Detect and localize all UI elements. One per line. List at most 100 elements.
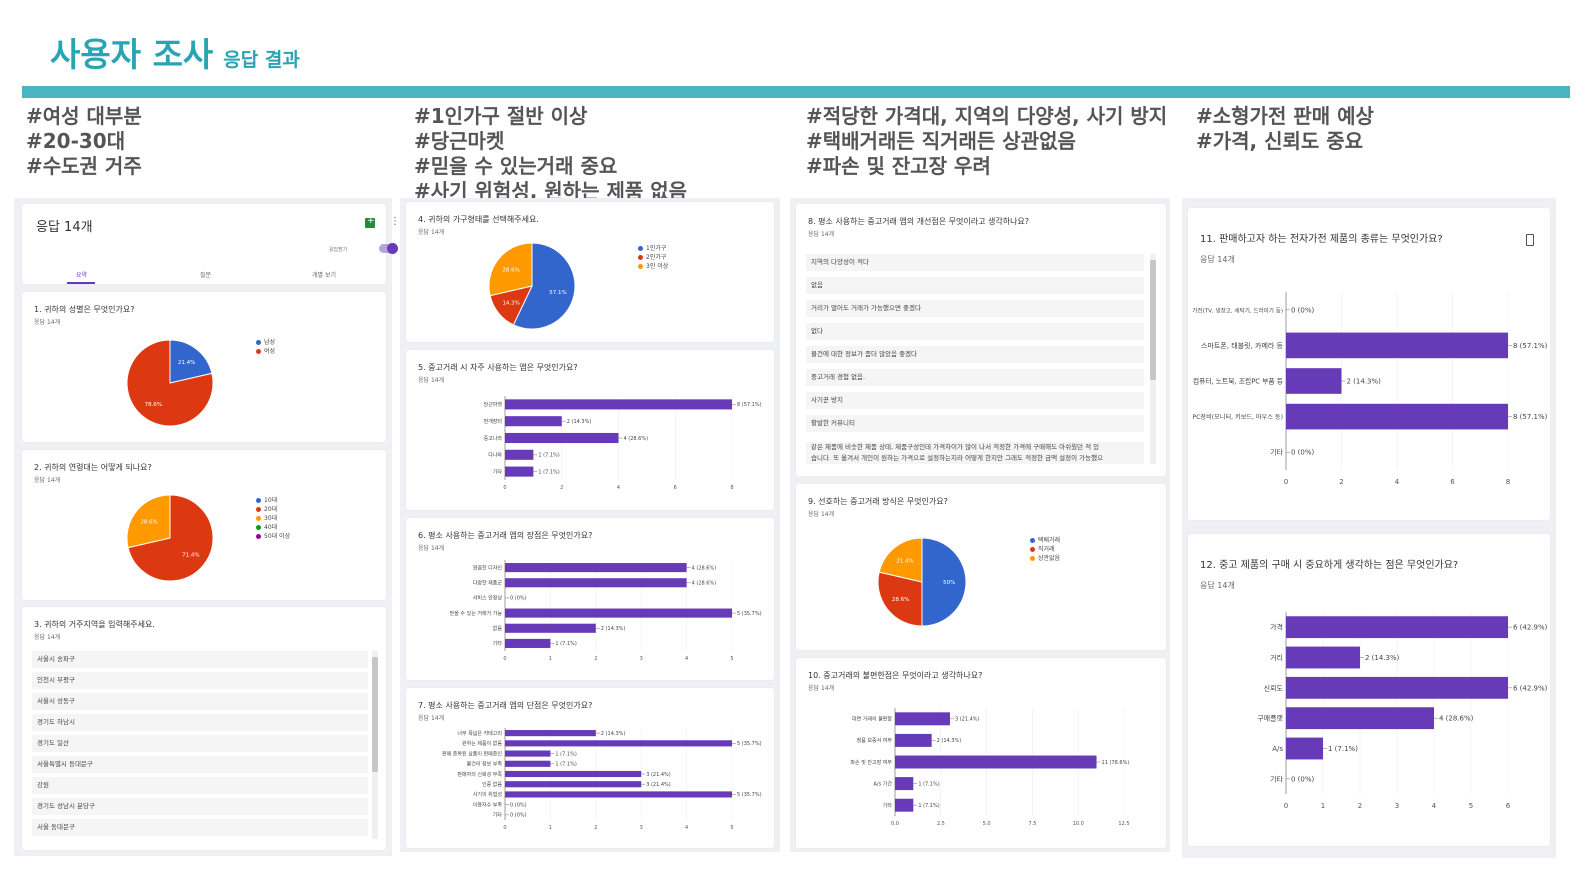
bar bbox=[1286, 403, 1508, 430]
legend-swatch bbox=[638, 264, 643, 269]
bar bbox=[505, 608, 732, 618]
x-tick-label: 5 bbox=[1469, 802, 1473, 810]
bar bbox=[505, 730, 596, 737]
question-title: 3. 귀하의 거주지역을 입력해주세요. bbox=[34, 620, 155, 629]
list-item: 인천시 부평구 bbox=[32, 672, 368, 689]
legend-label: 상관없음 bbox=[1038, 555, 1061, 562]
q4-card: 57.1% 14.3% 28.6% 4. 귀하의 가구형태를 선택해주세요. 응답 … bbox=[406, 202, 774, 342]
bar bbox=[505, 740, 732, 747]
tag: #택배거래든 직거래든 상관없음 bbox=[806, 129, 1076, 153]
bar bbox=[895, 755, 1097, 769]
bar bbox=[1286, 368, 1342, 394]
list-item: 서울특별시 동대문구 bbox=[32, 756, 368, 773]
accepting-responses-toggle[interactable] bbox=[379, 243, 398, 254]
x-tick-label: 4 bbox=[685, 825, 688, 831]
category-label: A/s 기간 bbox=[874, 780, 893, 787]
list-item: 경기도 성남시 분당구 bbox=[32, 798, 368, 815]
category-label: 정품 보증서 여부 bbox=[857, 737, 893, 744]
list-item: 지역의 다양성이 적다 bbox=[806, 254, 1144, 271]
category-label: 기타 bbox=[493, 812, 503, 819]
category-label: 서비스 안정성 bbox=[473, 595, 502, 602]
category-label: 기타 bbox=[1270, 448, 1283, 457]
data-label: 4 (28.6%) bbox=[624, 436, 649, 442]
x-tick-label: 0 bbox=[1284, 478, 1288, 486]
legend-label: 20대 bbox=[264, 506, 278, 513]
category-label: 기타 bbox=[493, 640, 503, 647]
bar bbox=[505, 416, 562, 427]
accepting-responses-label: 응답받기 bbox=[329, 247, 348, 253]
data-label: 4 (28.6%) bbox=[1439, 715, 1474, 723]
chart-legend: 남성 여성 bbox=[256, 338, 275, 356]
question-title: 10. 중고거래의 불편한점은 무엇이라고 생각하나요? bbox=[808, 671, 983, 680]
legend-swatch bbox=[638, 255, 643, 260]
copy-icon[interactable] bbox=[1526, 234, 1534, 246]
legend-item: 40대 bbox=[256, 523, 290, 532]
list-item: 없다 bbox=[806, 323, 1144, 340]
legend-swatch bbox=[256, 525, 261, 530]
legend-swatch bbox=[256, 534, 261, 539]
slice-label: 28.6% bbox=[140, 519, 157, 525]
pie-slice bbox=[921, 537, 967, 627]
legend-swatch bbox=[638, 246, 643, 251]
sheets-icon[interactable] bbox=[365, 216, 375, 228]
category-label: 없음 bbox=[493, 625, 503, 632]
pie-slice bbox=[512, 242, 576, 330]
tab-individual[interactable]: 개별 보기 bbox=[312, 270, 336, 279]
tag: #적당한 가격대, 지역의 다양성, 사기 방지 bbox=[806, 104, 1168, 128]
tag: #20-30대 bbox=[26, 129, 126, 153]
list-item: 경기도 일산 bbox=[32, 735, 368, 752]
x-tick-label: 6 bbox=[1506, 802, 1511, 810]
q7-card: 0 1 2 3 4 5 너무 폭넓은 카테고리 2 (14.3%) 원하는 제품이 없음 5 (3… bbox=[406, 688, 774, 848]
legend-swatch bbox=[256, 516, 261, 521]
tab-indicator bbox=[67, 282, 95, 284]
legend-swatch bbox=[1030, 547, 1035, 552]
bar bbox=[1286, 737, 1323, 760]
category-label: PC장비(모니터, 키보드, 마우스 등) bbox=[1192, 413, 1283, 421]
data-label: 0 (0%) bbox=[1291, 306, 1315, 314]
tab-questions[interactable]: 질문 bbox=[200, 270, 211, 279]
category-label: A/s bbox=[1272, 745, 1283, 753]
chart-legend: 택배거래 직거래 상관없음 bbox=[1030, 536, 1060, 563]
legend-swatch bbox=[256, 349, 261, 354]
list-item: 같은 제품에 비슷한 제품 상태, 제품구성인데 가격차이가 많이 나서 적정한… bbox=[806, 442, 1144, 453]
q11-card: 0 2 4 6 8 가전(TV, 냉장고, 세탁기, 드라이기 등) 0 (0%) 스마트폰,… bbox=[1188, 208, 1550, 520]
x-tick-label: 0 bbox=[503, 825, 506, 831]
data-label: 1 (7.1%) bbox=[918, 781, 939, 787]
x-tick-label: 2 bbox=[594, 825, 597, 831]
scrollbar-thumb[interactable] bbox=[1150, 260, 1156, 380]
bar bbox=[505, 432, 619, 444]
data-label: 2 (14.3%) bbox=[937, 738, 962, 744]
more-vert-icon[interactable]: ⋮ bbox=[390, 216, 400, 227]
list-item: 서울시 성동구 bbox=[32, 693, 368, 710]
list-item: 경기도 하남시 bbox=[32, 714, 368, 731]
bar bbox=[505, 638, 551, 648]
bar bbox=[505, 563, 687, 573]
chart-svg: 0 1 2 3 4 5 깔끔한 디자인 4 (28.6%) 다양한 제품군 4 (28.6%) 서비… bbox=[450, 560, 762, 662]
legend-swatch bbox=[256, 507, 261, 512]
bar bbox=[1286, 707, 1434, 730]
tab-summary[interactable]: 요약 bbox=[76, 270, 87, 279]
q6-card: 0 1 2 3 4 5 깔끔한 디자인 4 (28.6%) 다양한 제품군 4 (28.6%) 서비… bbox=[406, 518, 774, 680]
legend-item: 20대 bbox=[256, 505, 290, 514]
slice-label: 21.4% bbox=[896, 559, 913, 565]
data-label: 5 (35.7%) bbox=[737, 611, 762, 617]
category-label: 파손 및 잔고장 여부 bbox=[850, 759, 892, 766]
question-title: 6. 평소 사용하는 중고거래 앱의 장점은 무엇인가요? bbox=[418, 531, 593, 540]
legend-item: 직거래 bbox=[1030, 545, 1060, 554]
tags-col1: #여성 대부분 #20-30대 #수도권 거주 bbox=[26, 104, 142, 179]
page-subtitle: 응답 결과 bbox=[223, 49, 300, 71]
response-count: 응답 14개 bbox=[418, 715, 445, 722]
x-tick-label: 5.0 bbox=[983, 821, 991, 827]
scrollbar-thumb[interactable] bbox=[372, 657, 378, 772]
x-tick-label: 2 bbox=[560, 485, 563, 491]
legend-label: 3인 이상 bbox=[646, 263, 669, 270]
bar bbox=[505, 750, 551, 757]
data-label: 11 (78.6%) bbox=[1102, 760, 1130, 766]
question-title: 2. 귀하의 연령대는 어떻게 되나요? bbox=[34, 463, 152, 472]
data-label: 6 (42.9%) bbox=[1513, 684, 1548, 692]
q10-card: 0.0 2.5 5.0 7.5 10.0 12.5 대면 거래의 불편함 3 (21.4%) 정… bbox=[796, 658, 1166, 848]
x-tick-label: 3 bbox=[640, 825, 643, 831]
list-item: 사기꾼 방지 bbox=[806, 392, 1144, 409]
data-label: 4 (28.6%) bbox=[692, 581, 717, 587]
tags-col4: #소형가전 판매 예상 #가격, 신뢰도 중요 bbox=[1196, 104, 1374, 154]
